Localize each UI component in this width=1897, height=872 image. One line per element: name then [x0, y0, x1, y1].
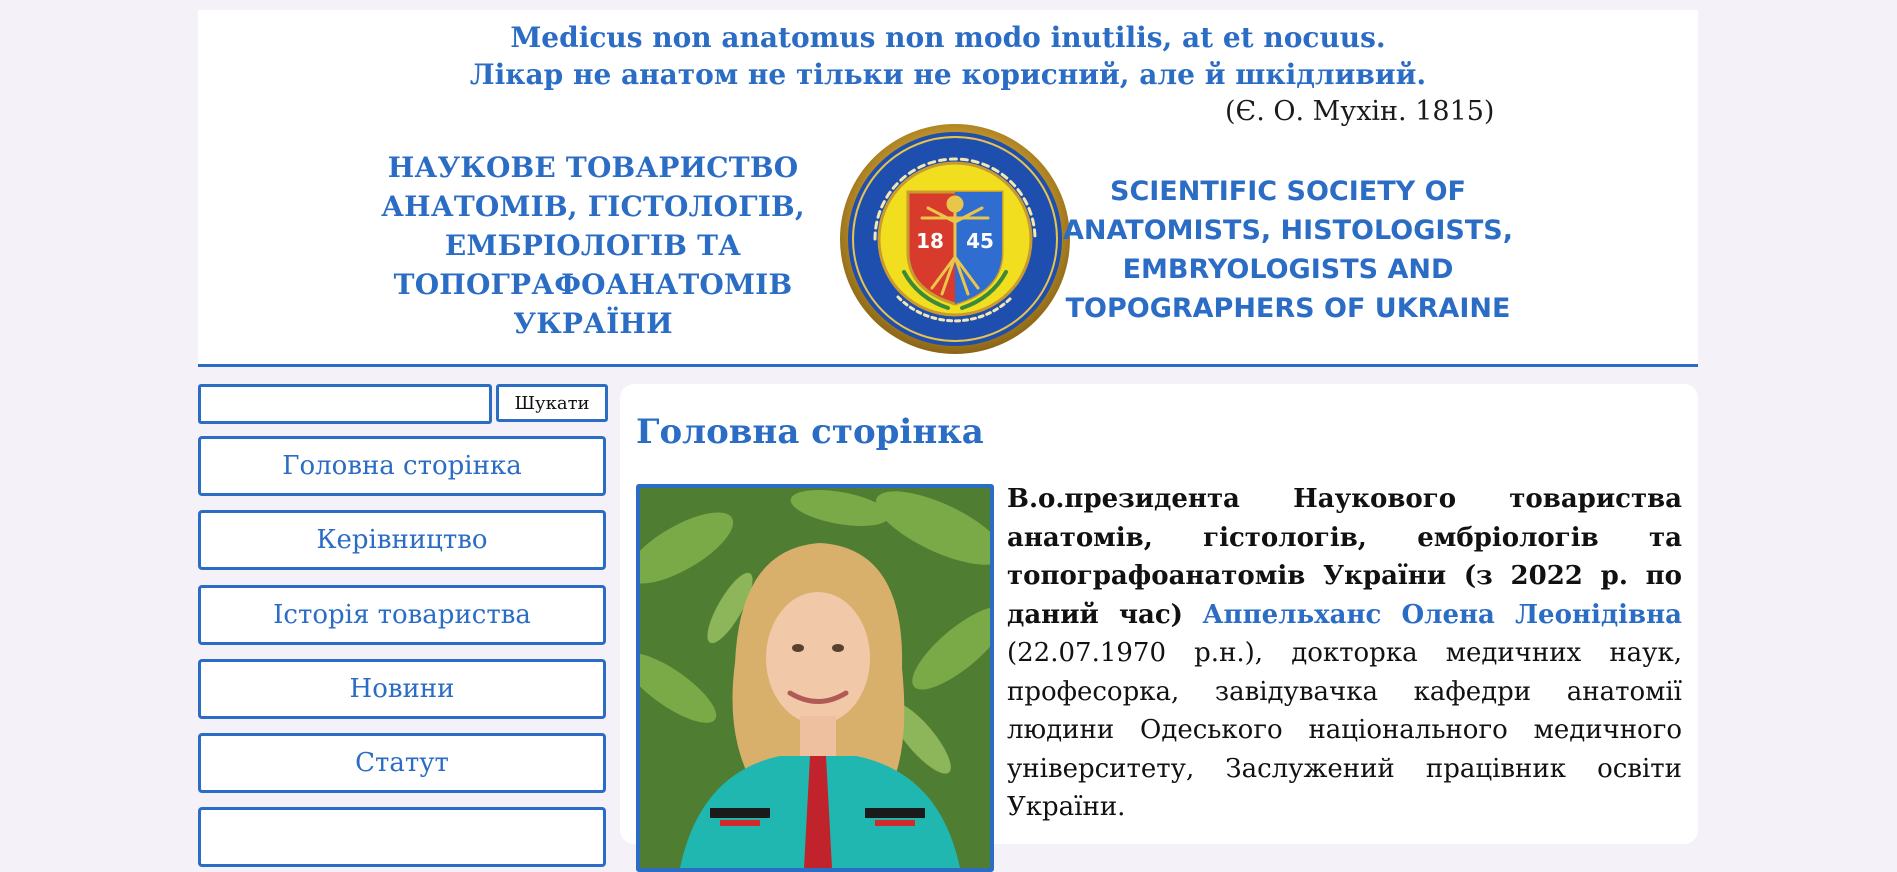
title-ua-line: УКРАЇНИ: [513, 307, 673, 340]
title-ua-line: АНАТОМІВ, ГІСТОЛОГІВ,: [381, 190, 805, 223]
bio-name-link[interactable]: Аппельханс Олена Леонідівна: [1202, 600, 1682, 630]
page: Medicus non anatomus non modo inutilis, …: [198, 10, 1698, 872]
title-en-line: SCIENTIFIC SOCIETY OF: [1110, 176, 1466, 207]
society-title-english: SCIENTIFIC SOCIETY OF ANATOMISTS, HISTOL…: [1063, 172, 1513, 328]
motto-latin: Medicus non anatomus non modo inutilis, …: [510, 21, 1386, 54]
nav-item-news[interactable]: Новини: [198, 659, 606, 719]
title-ua-line: НАУКОВЕ ТОВАРИСТВО: [387, 151, 799, 184]
emblem-year-left: 18: [916, 229, 944, 253]
nav-item-home[interactable]: Головна сторінка: [198, 436, 606, 496]
site-header: Medicus non anatomus non modo inutilis, …: [198, 10, 1698, 364]
title-ua-line: ТОПОГРАФОАНАТОМІВ: [393, 268, 793, 301]
emblem-year-right: 45: [966, 229, 994, 253]
main-content: Головна сторінка В.о.президента Науковог…: [620, 384, 1698, 872]
header-divider: [198, 364, 1698, 367]
nav-item-next[interactable]: [198, 807, 606, 867]
page-title: Головна сторінка: [636, 412, 984, 452]
search-input[interactable]: [198, 384, 492, 424]
search-button[interactable]: Шукати: [496, 384, 608, 422]
president-bio: В.о.президента Наукового товариства анат…: [1007, 480, 1682, 827]
nav-item-statute[interactable]: Статут: [198, 733, 606, 793]
society-title-ukrainian: НАУКОВЕ ТОВАРИСТВО АНАТОМІВ, ГІСТОЛОГІВ,…: [368, 148, 818, 343]
portrait-image: [640, 488, 990, 868]
nav-item-history[interactable]: Історія товариства: [198, 585, 606, 645]
motto-ukrainian: Лікар не анатом не тільки не корисний, а…: [469, 58, 1427, 91]
bio-details: (22.07.1970 р.н.), докторка медичних нау…: [1007, 638, 1682, 822]
motto-author: (Є. О. Мухін. 1815): [1225, 96, 1495, 127]
president-photo: [636, 484, 994, 872]
society-emblem-logo: 18 45: [840, 124, 1070, 354]
title-en-line: ANATOMISTS, HISTOLOGISTS,: [1063, 215, 1513, 246]
nav-item-leadership[interactable]: Керівництво: [198, 510, 606, 570]
title-ua-line: ЕМБРІОЛОГІВ ТА: [444, 229, 742, 262]
title-en-line: EMBRYOLOGISTS AND: [1122, 254, 1454, 285]
title-en-line: TOPOGRAPHERS OF UKRAINE: [1065, 293, 1511, 324]
